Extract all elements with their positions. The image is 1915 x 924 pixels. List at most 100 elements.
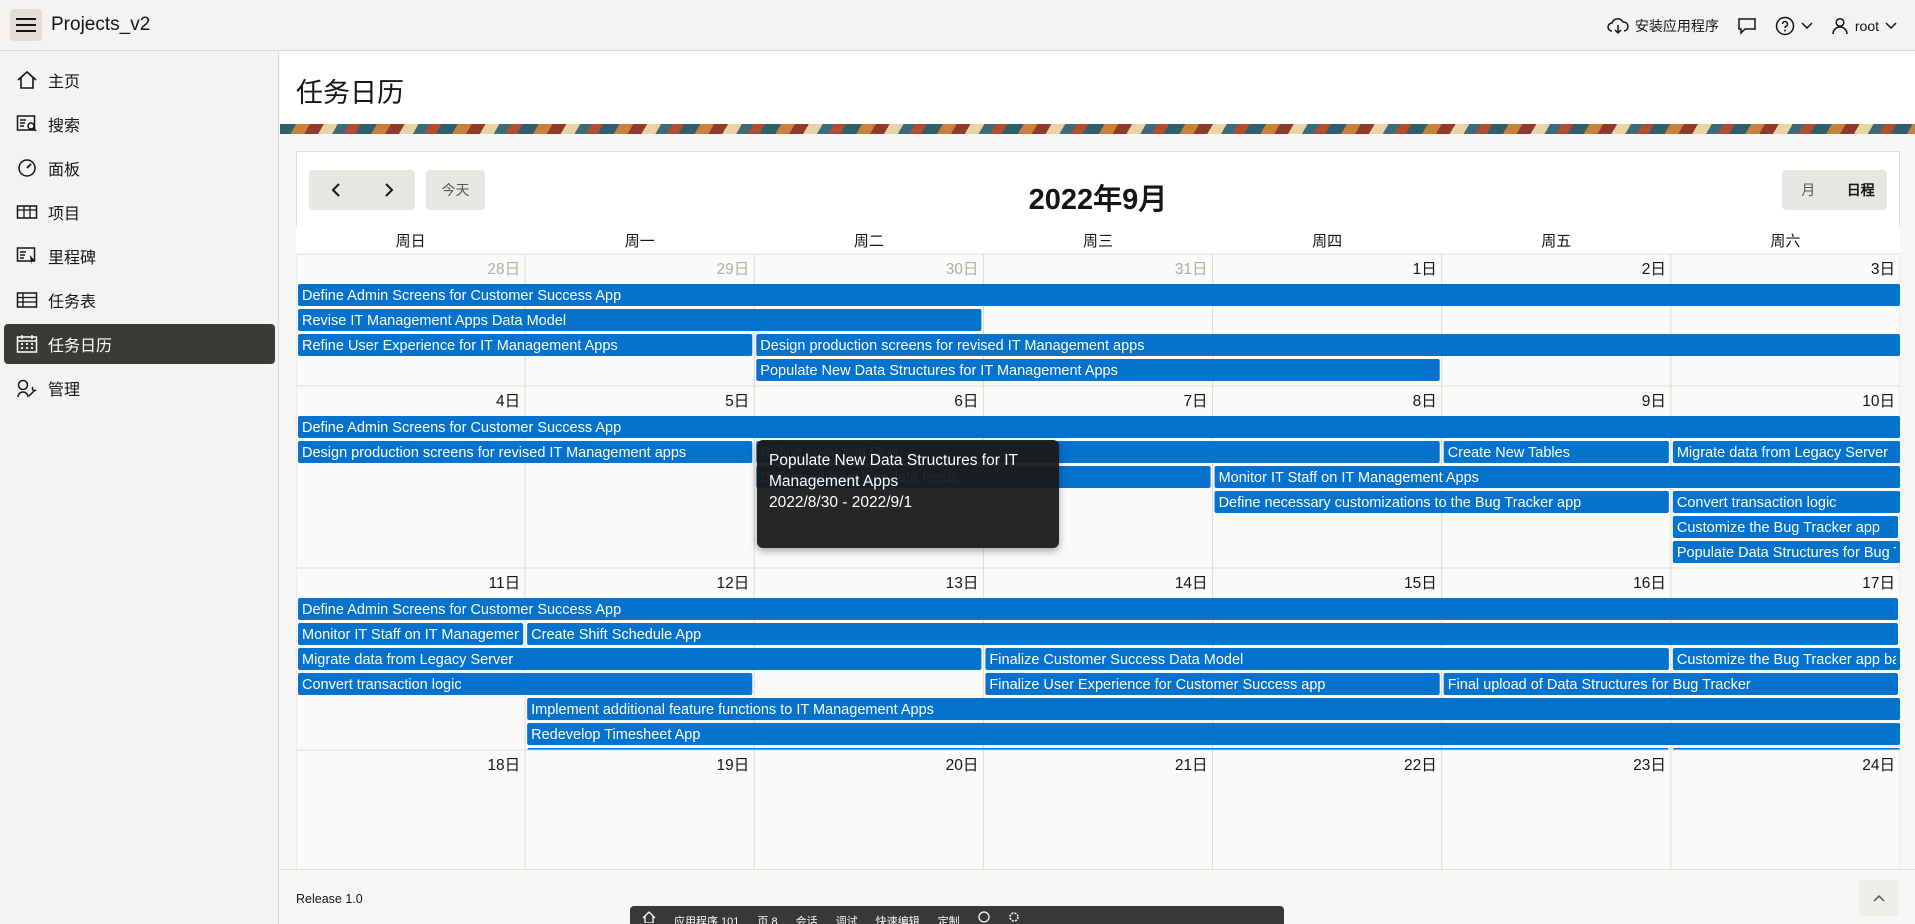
tooltip-title: Populate New Data Structures for IT Mana… — [769, 452, 1018, 490]
day-number[interactable]: 13日 — [946, 575, 979, 592]
sidebar-item-task-calendar[interactable]: 任务日历 — [4, 324, 275, 364]
sidebar-item-label: 管理 — [48, 382, 81, 399]
cloud-download-icon — [1607, 17, 1629, 35]
sidebar-item-label: 搜索 — [48, 118, 81, 135]
sidebar-item-milestones[interactable]: 里程碑 — [4, 236, 275, 276]
agenda-view-button[interactable]: 日程 — [1835, 170, 1888, 210]
release-label: Release 1.0 — [296, 892, 363, 906]
sidebar-item-projects[interactable]: 项目 — [4, 192, 275, 232]
day-number[interactable]: 19日 — [717, 757, 750, 774]
sidebar-item-task-table[interactable]: 任务表 — [4, 280, 275, 320]
day-number[interactable]: 30日 — [946, 261, 979, 278]
day-number[interactable]: 23日 — [1633, 757, 1666, 774]
day-number[interactable]: 8日 — [1413, 393, 1437, 410]
day-number[interactable]: 18日 — [487, 757, 520, 774]
user-icon — [1831, 17, 1849, 35]
table-icon — [14, 202, 40, 222]
day-number[interactable]: 31日 — [1175, 261, 1208, 278]
day-header: 周五 — [1541, 233, 1571, 250]
dev-toolbar-session[interactable]: 会话 — [796, 913, 818, 924]
day-header: 周一 — [625, 233, 655, 250]
sidebar-item-home[interactable]: 主页 — [4, 60, 275, 100]
install-app-button[interactable]: 安装应用程序 — [1607, 16, 1719, 36]
day-number[interactable]: 5日 — [725, 393, 749, 410]
event-tooltip: Populate New Data Structures for IT Mana… — [757, 440, 1059, 548]
day-number[interactable]: 3日 — [1871, 261, 1895, 278]
main-content: 任务日历 今天 2022年9月 月 日程 周日 周一 周二 周三 周四 周五 周六 28日 29… — [280, 51, 1915, 924]
sidebar-item-label: 里程碑 — [48, 250, 97, 267]
day-number[interactable]: 21日 — [1175, 757, 1208, 774]
calendar-event-title: Convert transaction logic — [302, 677, 462, 693]
calendar-event-title: Revise IT Management Apps Data Model — [302, 313, 566, 329]
sidebar-item-label: 任务日历 — [48, 338, 113, 355]
day-cell[interactable] — [1441, 253, 1672, 387]
day-number[interactable]: 14日 — [1175, 575, 1208, 592]
day-number[interactable]: 20日 — [946, 757, 979, 774]
calendar-event-title: Create New Tables — [1448, 445, 1570, 461]
calendar-event-title: Define Admin Screens for Customer Succes… — [302, 420, 621, 436]
day-number[interactable]: 22日 — [1404, 757, 1437, 774]
day-cell[interactable] — [524, 385, 755, 569]
dev-toolbar-page[interactable]: 页 8 — [757, 913, 777, 924]
calendar-title: 2022年9月 — [1028, 184, 1168, 216]
dev-toolbar-app[interactable]: 应用程序 101 — [674, 913, 739, 924]
day-number[interactable]: 10日 — [1862, 393, 1895, 410]
day-number[interactable]: 28日 — [487, 261, 520, 278]
calendar-event-title: Implement additional feature functions t… — [531, 702, 934, 718]
dev-toolbar-quick-edit[interactable]: 快速编辑 — [876, 913, 920, 924]
calendar-event-title: Define Admin Screens for Customer Succes… — [302, 602, 621, 618]
app-title[interactable]: Projects_v2 — [51, 14, 150, 36]
day-number[interactable]: 11日 — [489, 575, 521, 592]
day-number[interactable]: 15日 — [1404, 575, 1437, 592]
day-number[interactable]: 7日 — [1183, 393, 1207, 410]
help-button[interactable] — [1775, 16, 1813, 36]
install-app-label: 安装应用程序 — [1634, 17, 1719, 34]
dev-toolbar-debug[interactable]: 调试 — [836, 913, 858, 924]
dashboard-icon — [14, 158, 40, 178]
day-header: 周三 — [1083, 233, 1113, 250]
sidebar-item-admin[interactable]: 管理 — [4, 368, 275, 408]
sidebar-item-search[interactable]: 搜索 — [4, 104, 275, 144]
calendar-event-title: Design production screens for revised IT… — [302, 445, 686, 461]
day-number[interactable]: 1日 — [1413, 261, 1437, 278]
calendar-event-title: Design production screens for revised IT… — [760, 338, 1144, 354]
day-number[interactable]: 4日 — [496, 393, 520, 410]
day-number[interactable]: 17日 — [1862, 575, 1895, 592]
feedback-button[interactable] — [1737, 17, 1757, 35]
day-number[interactable]: 6日 — [954, 393, 978, 410]
calendar-event-title: Customize the Bug Tracker app based on c… — [1677, 652, 1900, 668]
calendar-region: 今天 2022年9月 月 日程 周日 周一 周二 周三 周四 周五 周六 28日 29日 30日 3… — [296, 151, 1900, 895]
day-number[interactable]: 24日 — [1862, 757, 1895, 774]
user-menu-button[interactable]: root — [1831, 17, 1897, 35]
calendar-event-title: Redevelop Timesheet App — [531, 727, 700, 743]
scroll-top-button[interactable] — [1859, 880, 1899, 916]
calendar-event[interactable] — [527, 623, 1898, 645]
calendar-event-title: Convert transaction logic — [1677, 495, 1837, 511]
day-number[interactable]: 2日 — [1642, 261, 1666, 278]
dev-toolbar-customize[interactable]: 定制 — [938, 913, 960, 924]
menu-button[interactable] — [10, 9, 42, 41]
day-cell[interactable] — [1670, 253, 1900, 387]
day-number[interactable]: 12日 — [717, 575, 750, 592]
calendar-grid-container: 周日 周一 周二 周三 周四 周五 周六 28日 29日 30日 31日 1日 2日 3日 Define A… — [296, 227, 1900, 895]
month-view-button[interactable]: 月 — [1782, 170, 1835, 210]
home-icon[interactable] — [642, 911, 656, 923]
settings-icon[interactable] — [1008, 911, 1020, 923]
calendar-event-title: Populate New Data Structures for IT Mana… — [760, 363, 1118, 379]
page-title-bar: 任务日历 — [280, 51, 1915, 124]
day-header: 周日 — [396, 233, 426, 250]
chevron-down-icon — [1801, 21, 1813, 30]
calendar-event-title: Create Shift Schedule App — [531, 627, 701, 643]
day-header: 周四 — [1312, 233, 1342, 250]
day-number[interactable]: 29日 — [717, 261, 750, 278]
day-cell[interactable] — [296, 385, 526, 569]
calendar-event[interactable] — [527, 723, 1900, 745]
info-icon[interactable] — [978, 911, 990, 923]
wrench-icon — [14, 378, 40, 398]
day-number[interactable]: 16日 — [1633, 575, 1666, 592]
sidebar-item-dashboard[interactable]: 面板 — [4, 148, 275, 188]
day-number[interactable]: 9日 — [1642, 393, 1666, 410]
sidebar: 主页 搜索 面板 项目 里程碑 任务表 任务日历 管理 — [0, 51, 279, 924]
calendar-icon — [14, 334, 40, 354]
day-header: 周二 — [854, 233, 884, 250]
